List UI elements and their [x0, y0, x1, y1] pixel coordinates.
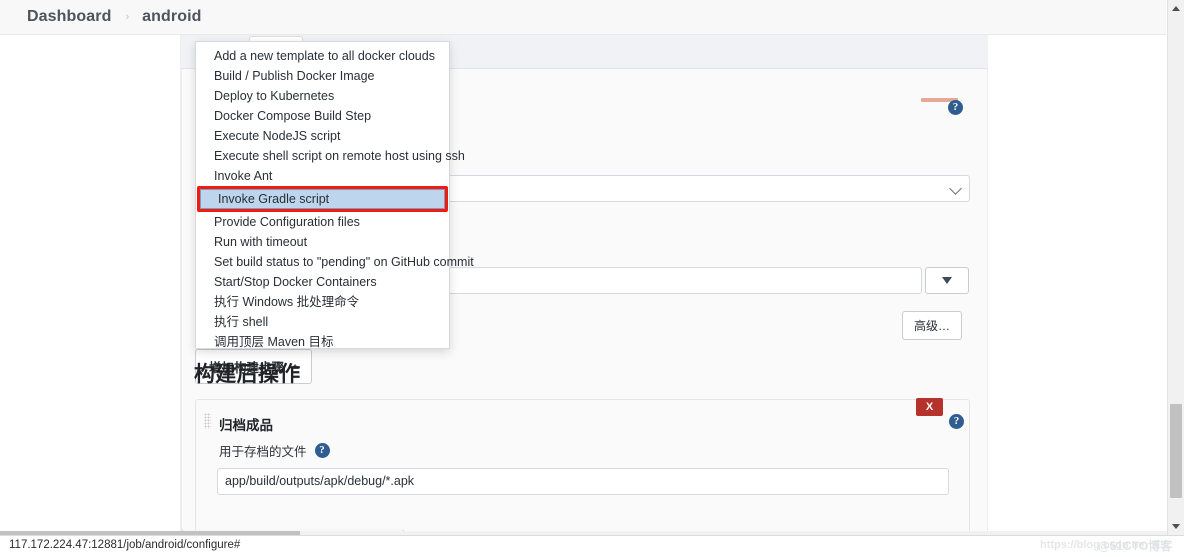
vertical-scrollbar-thumb[interactable] [1170, 404, 1182, 498]
scroll-down-arrow-icon[interactable] [1172, 524, 1180, 529]
help-icon[interactable]: ? [314, 443, 330, 458]
post-build-heading: 构建后操作 [194, 363, 301, 386]
menu-item-execute-shell-remote-ssh[interactable]: Execute shell script on remote host usin… [196, 146, 465, 166]
status-bar-url: 117.172.224.47:12881/job/android/configu… [6, 539, 244, 551]
vertical-scrollbar[interactable] [1167, 0, 1184, 535]
breadcrumb-separator-icon: › [125, 11, 130, 23]
help-icon[interactable]: ? [948, 100, 963, 115]
scroll-up-arrow-icon[interactable] [1172, 6, 1180, 11]
menu-item-set-build-status-pending-github[interactable]: Set build status to "pending" on GitHub … [196, 252, 474, 272]
archive-files-label-row: 用于存档的文件 ? [219, 441, 330, 460]
menu-item-deploy-to-kubernetes[interactable]: Deploy to Kubernetes [196, 86, 449, 106]
menu-item-provide-configuration-files[interactable]: Provide Configuration files [196, 212, 449, 232]
breadcrumb-item-dashboard[interactable]: Dashboard [27, 8, 111, 26]
archive-files-input[interactable]: app/build/outputs/apk/debug/*.apk [217, 468, 949, 495]
post-build-block-title: 归档成品 [219, 418, 273, 433]
menu-item-start-stop-docker-containers[interactable]: Start/Stop Docker Containers [196, 272, 449, 292]
build-advanced-button[interactable]: 高级… [902, 311, 963, 340]
remove-post-build-button[interactable]: X [916, 398, 943, 416]
menu-item-execute-shell[interactable]: 执行 shell [196, 312, 449, 332]
chevron-down-icon [949, 182, 962, 195]
menu-item-invoke-gradle-script[interactable]: Invoke Gradle script [200, 189, 445, 209]
drag-handle-icon[interactable] [204, 413, 211, 429]
menu-item-invoke-ant[interactable]: Invoke Ant [196, 166, 449, 186]
menu-item-docker-compose-build-step[interactable]: Docker Compose Build Step [196, 106, 449, 126]
left-gutter [170, 35, 181, 535]
build-step-dropdown-button[interactable] [925, 267, 969, 294]
highlight-box: Invoke Gradle script [197, 186, 448, 212]
browser-viewport: Dashboard › android 建环境 构建 构建后操作 ? 高级… 增… [0, 0, 1184, 557]
menu-item-run-with-timeout[interactable]: Run with timeout [196, 232, 449, 252]
menu-item-execute-windows-batch[interactable]: 执行 Windows 批处理命令 [196, 292, 449, 312]
build-step-dropdown-menu: Add a new template to all docker clouds … [195, 41, 474, 352]
post-build-archive-block: 归档成品 X ? 用于存档的文件 ? app/build/outputs/apk… [195, 398, 970, 539]
browser-status-bar: 117.172.224.47:12881/job/android/configu… [0, 535, 1184, 557]
page-body: 建环境 构建 构建后操作 ? 高级… 增加构建步骤 构建后操作 归档成品 X ? [0, 35, 1167, 557]
triangle-down-icon [942, 277, 952, 284]
menu-item-build-publish-docker-image[interactable]: Build / Publish Docker Image [196, 66, 449, 86]
breadcrumb: Dashboard › android [0, 0, 1166, 35]
menu-item-add-docker-template[interactable]: Add a new template to all docker clouds [196, 46, 449, 66]
breadcrumb-item-android[interactable]: android [142, 8, 201, 26]
menu-item-execute-nodejs-script[interactable]: Execute NodeJS script [196, 126, 449, 146]
archive-files-label: 用于存档的文件 [219, 445, 307, 459]
right-empty-area [989, 70, 1167, 513]
menu-item-invoke-top-level-maven[interactable]: 调用顶层 Maven 目标 [196, 332, 449, 352]
help-icon[interactable]: ? [949, 414, 964, 429]
